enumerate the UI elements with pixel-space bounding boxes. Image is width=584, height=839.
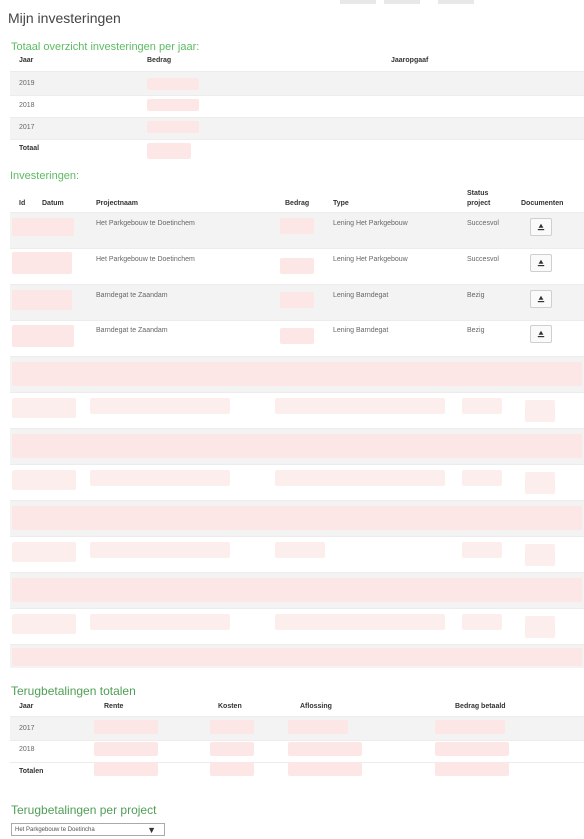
investment-type: Lening Barndegat [333,327,389,334]
col-header-bedrag: Bedrag [285,200,310,207]
year-cell: 2019 [19,80,35,87]
project-status: Bezig [467,327,485,334]
page-title: Mijn investeringen [8,10,121,26]
download-icon [537,223,545,231]
redacted-value [280,328,314,344]
redacted-value [280,218,314,234]
table-row [10,71,584,95]
table-row [10,139,584,159]
year-cell: 2018 [19,746,35,753]
totals-section-title: Totaal overzicht investeringen per jaar: [11,41,200,53]
total-label: Totaal [19,145,40,152]
top-tab[interactable] [340,0,376,4]
total-label: Totalen [19,768,44,775]
investment-type: Lening Het Parkgebouw [333,256,408,263]
redacted-value [280,258,314,274]
redacted-value [12,290,72,310]
project-name: Barndegat te Zaandam [96,292,168,299]
col-header-kosten: Kosten [218,703,242,710]
project-select[interactable]: Het Parkgebouw te Doetincha ▼ [11,823,165,836]
col-header-rente: Rente [104,703,124,710]
project-name: Het Parkgebouw te Doetinchem [96,256,195,263]
col-header-datum: Datum [42,200,64,207]
table-row [10,95,584,117]
col-header-jaaropgaaf: Jaaropgaaf [391,57,429,64]
redacted-value [12,325,74,347]
col-header-id: Id [19,200,26,207]
project-status: Bezig [467,292,485,299]
year-cell: 2018 [19,102,35,109]
download-button[interactable] [530,290,552,308]
project-name: Barndegat te Zaandam [96,327,168,334]
col-header-jaar: Jaar [19,703,34,710]
table-row [10,117,584,139]
repayments-totals-title: Terugbetalingen totalen [11,684,136,698]
col-header-jaar: Jaar [19,57,34,64]
download-button[interactable] [530,325,552,343]
redacted-value [280,292,314,308]
col-header-bedrag: Bedrag [147,57,172,64]
download-button[interactable] [530,218,552,236]
col-header-projectnaam: Projectnaam [96,200,139,207]
investments-section-title: Investeringen: [10,170,80,182]
project-status: Succesvol [467,256,499,263]
chevron-down-icon: ▼ [147,825,156,835]
year-cell: 2017 [19,124,35,131]
project-select-value: Het Parkgebouw te Doetincha [15,826,95,833]
top-tabs [340,0,482,4]
col-header-documenten: Documenten [521,200,564,207]
top-tab[interactable] [438,0,474,4]
col-header-type: Type [333,200,349,207]
redacted-value [147,78,199,90]
col-header-status: Status [467,190,489,197]
investment-type: Lening Barndegat [333,292,389,299]
redacted-value [12,218,74,236]
repayments-project-title: Terugbetalingen per project [11,803,157,817]
top-tab[interactable] [384,0,420,4]
download-button[interactable] [530,254,552,272]
year-cell: 2017 [19,725,35,732]
redacted-value [147,99,199,111]
download-icon [537,295,545,303]
redacted-value [147,143,191,159]
project-status: Succesvol [467,220,499,227]
col-header-status-2: project [467,200,491,207]
download-icon [537,330,545,338]
redacted-value [12,252,72,274]
col-header-bedrag-betaald: Bedrag betaald [455,703,506,710]
project-name: Het Parkgebouw te Doetinchem [96,220,195,227]
investment-type: Lening Het Parkgebouw [333,220,408,227]
redacted-value [147,121,199,133]
col-header-aflossing: Aflossing [300,703,332,710]
download-icon [537,259,545,267]
